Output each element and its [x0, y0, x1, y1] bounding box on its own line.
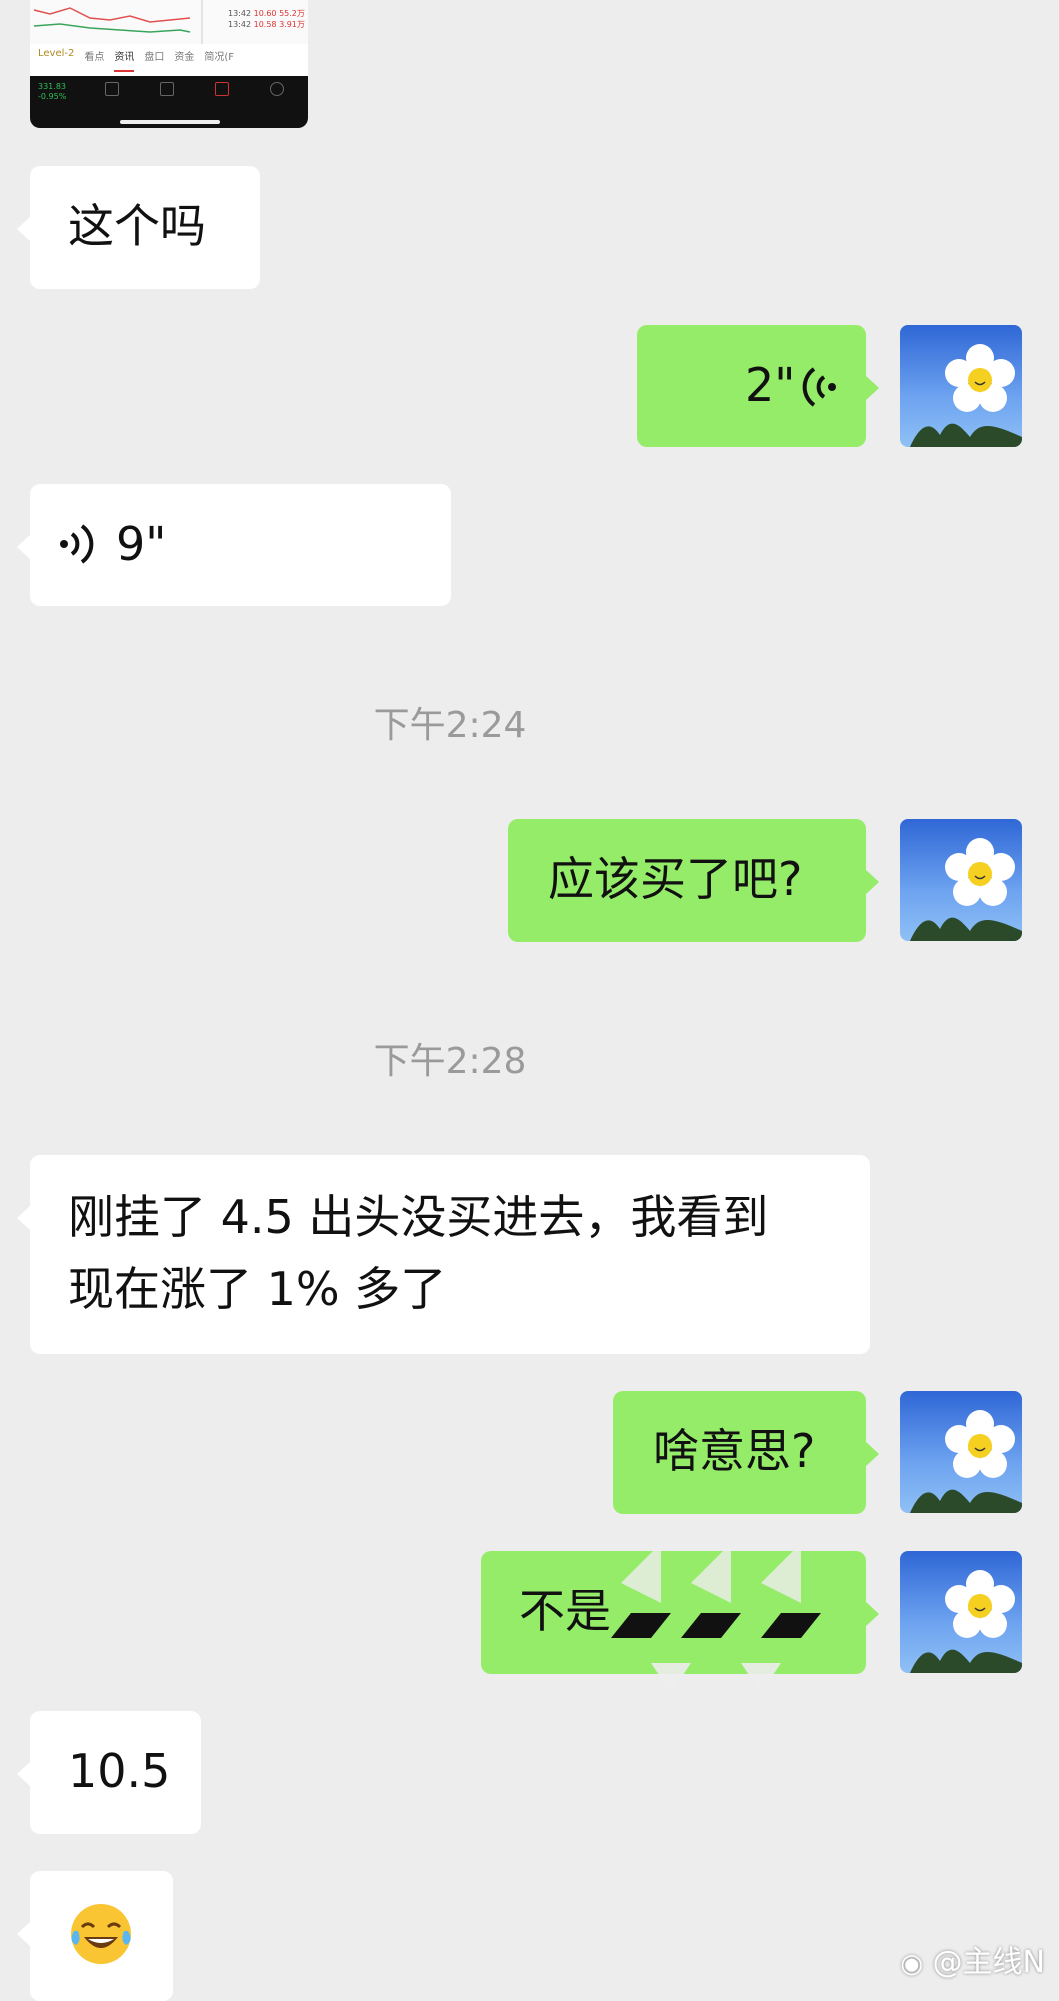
thumbnail-tab: 资讯 — [114, 48, 135, 72]
avatar[interactable] — [900, 1551, 1022, 1673]
watermark: ◉ @主线N — [900, 1937, 1045, 1981]
flower-avatar-icon — [910, 344, 1022, 447]
message-bubble-incoming[interactable] — [17, 1871, 173, 2001]
thumbnail-tab: 资金 — [174, 52, 195, 63]
timestamp: 下午2:24 — [373, 705, 527, 746]
thumbnail-index-value: 331.83 — [38, 82, 66, 91]
avatar[interactable] — [900, 325, 1022, 447]
thumbnail-icon — [270, 82, 284, 96]
voice-message-outgoing[interactable]: 2" — [637, 325, 879, 447]
avatar[interactable] — [900, 1391, 1022, 1513]
message-text: 啥意思? — [653, 1424, 816, 1478]
avatar[interactable] — [900, 819, 1022, 941]
shared-image-thumbnail[interactable]: 13:42 10.60 55.2万 13:42 10.58 3.91万 Leve… — [30, 0, 308, 128]
message-bubble-incoming[interactable]: 刚挂了 4.5 出头没买进去，我看到 现在涨了 1% 多了 — [17, 1155, 870, 1354]
flower-avatar-icon — [910, 1410, 1022, 1513]
message-bubble-outgoing[interactable]: 不是 — [481, 1543, 879, 1693]
thumbnail-tab: Level-2 — [38, 48, 75, 59]
message-text: 这个吗 — [68, 199, 206, 253]
thumbnail-tab: 盘口 — [144, 52, 165, 63]
home-indicator — [120, 120, 220, 124]
thumbnail-chart-area: 13:42 10.60 55.2万 13:42 10.58 3.91万 — [30, 0, 308, 44]
message-bubble-incoming[interactable]: 这个吗 — [17, 166, 260, 289]
thumbnail-icon — [160, 82, 174, 96]
message-bubble-incoming[interactable]: 10.5 — [17, 1711, 201, 1834]
message-bubble-outgoing[interactable]: 应该买了吧? — [508, 819, 879, 942]
thumbnail-tab: 简况(F — [204, 52, 235, 63]
flower-avatar-icon — [910, 838, 1022, 941]
redaction-overlay — [611, 1543, 821, 1693]
thumbnail-index-change: -0.95% — [38, 92, 67, 101]
voice-wave-icon — [60, 524, 94, 564]
thumbnail-tab: 看点 — [84, 52, 105, 63]
thumbnail-icon — [215, 82, 229, 96]
thumbnail-icon — [105, 82, 119, 96]
message-bubble-outgoing[interactable]: 啥意思? — [613, 1391, 879, 1514]
message-text: 10.5 — [68, 1744, 171, 1798]
thumbnail-tab-row: Level-2 看点 资讯 盘口 资金 简况(F — [30, 48, 308, 72]
message-text: 应该买了吧? — [548, 852, 803, 906]
voice-duration: 9" — [116, 517, 167, 571]
tears-of-joy-emoji-icon — [71, 1904, 131, 1964]
flower-avatar-icon — [910, 1570, 1022, 1673]
timestamp: 下午2:28 — [373, 1041, 527, 1082]
message-text-line: 刚挂了 4.5 出头没买进去，我看到 — [68, 1190, 769, 1244]
weibo-logo-icon: ◉ — [900, 1949, 923, 1979]
voice-message-incoming[interactable]: 9" — [17, 484, 451, 606]
thumbnail-trade-rows: 13:42 10.60 55.2万 13:42 10.58 3.91万 — [228, 9, 305, 29]
watermark-text: @主线N — [932, 1945, 1045, 1980]
voice-duration: 2" — [745, 358, 796, 412]
voice-wave-icon — [802, 367, 836, 407]
message-text-line: 现在涨了 1% 多了 — [68, 1262, 447, 1316]
thumbnail-bottom-bar: 331.83 -0.95% — [30, 76, 308, 128]
